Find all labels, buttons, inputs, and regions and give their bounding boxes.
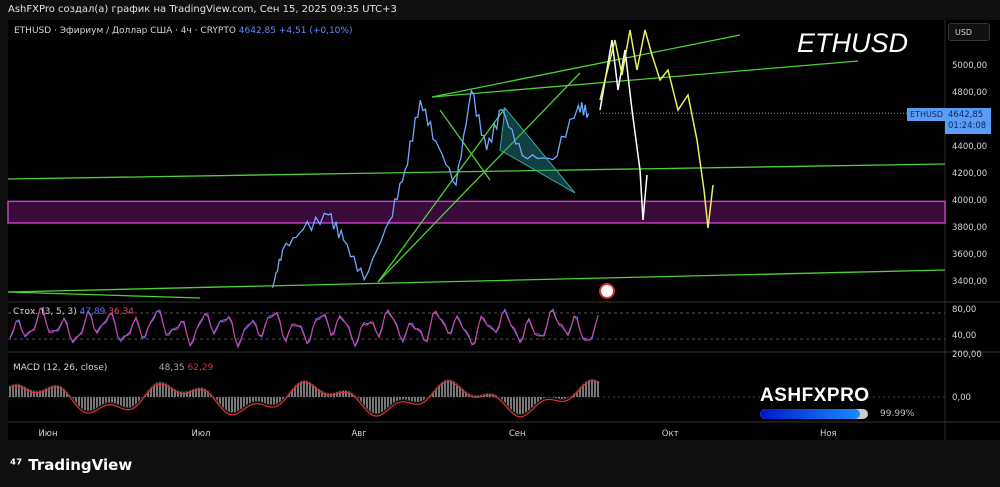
price-tick: 4400,00 (952, 142, 987, 152)
last-price: 4642,85 (238, 26, 276, 36)
trend-line (7, 269, 946, 293)
time-tick: Июн (38, 429, 57, 439)
trend-line (377, 107, 506, 283)
macd-value: 48,35 (158, 363, 185, 373)
triangle-drawing (499, 106, 576, 194)
time-tick: Ноя (820, 429, 837, 439)
time-tick: Сен (509, 429, 526, 439)
currency-button[interactable]: USD (948, 23, 990, 41)
symbol-watermark: ETHUSD (797, 28, 909, 58)
bar-countdown: 01:24:08 (948, 121, 987, 131)
brand-logo: ASHFXPRO (760, 385, 870, 406)
tradingview-icon: ⁴⁷ (10, 457, 23, 473)
time-tick: Окт (662, 429, 679, 439)
macd-legend: MACD (12, 26, close) 48,35 62,29 (13, 363, 213, 373)
symbol-info: ETHUSD · Эфириум / Доллар США · 4ч · CRY… (14, 26, 236, 36)
price-tag-price: 4642,85 (948, 110, 984, 120)
price-tick: 3600,00 (952, 250, 987, 260)
tradingview-text: TradingView (28, 456, 133, 474)
support-zone (7, 200, 946, 224)
trend-line (7, 291, 201, 299)
macd-tick: 0,00 (952, 393, 971, 403)
price-tick: 5000,00 (952, 61, 987, 71)
progress-bar (760, 409, 868, 419)
price-tick: 4200,00 (952, 169, 987, 179)
macd-label: MACD (12, 26, close) (13, 363, 108, 373)
stoch-label: Стох. (3, 5, 3) (13, 307, 77, 317)
price-tick: 3800,00 (952, 223, 987, 233)
time-tick: Июл (192, 429, 211, 439)
symbol-legend: ETHUSD · Эфириум / Доллар США · 4ч · CRY… (14, 26, 352, 36)
price-tick: 3400,00 (952, 277, 987, 287)
trend-line (7, 163, 946, 180)
trend-line (431, 34, 741, 98)
trend-line (431, 60, 859, 98)
price-change: +4,51 (+0,10%) (278, 26, 353, 36)
tradingview-logo[interactable]: ⁴⁷ TradingView (10, 456, 132, 474)
macd-tick: 200,00 (952, 350, 982, 360)
stoch-tick: 40,00 (952, 331, 977, 341)
price-tick: 4800,00 (952, 88, 987, 98)
stoch-tick: 80,00 (952, 305, 977, 315)
stoch-d: 36,34 (108, 307, 135, 317)
progress-label: 99.99% (880, 409, 915, 419)
stoch-k: 47,89 (79, 307, 106, 317)
progress-fill (760, 409, 861, 419)
stoch-legend: Стох. (3, 5, 3) 47,89 36,34 (13, 307, 134, 317)
price-line (271, 88, 590, 288)
price-tag-symbol: ETHUSD (907, 108, 947, 121)
trend-line (439, 109, 491, 181)
event-flag-icon (599, 283, 615, 299)
macd-signal: 62,29 (187, 363, 214, 373)
price-tick: 4000,00 (952, 196, 987, 206)
price-tag: 4642,85 01:24:08 (945, 108, 991, 134)
time-tick: Авг (351, 429, 367, 439)
